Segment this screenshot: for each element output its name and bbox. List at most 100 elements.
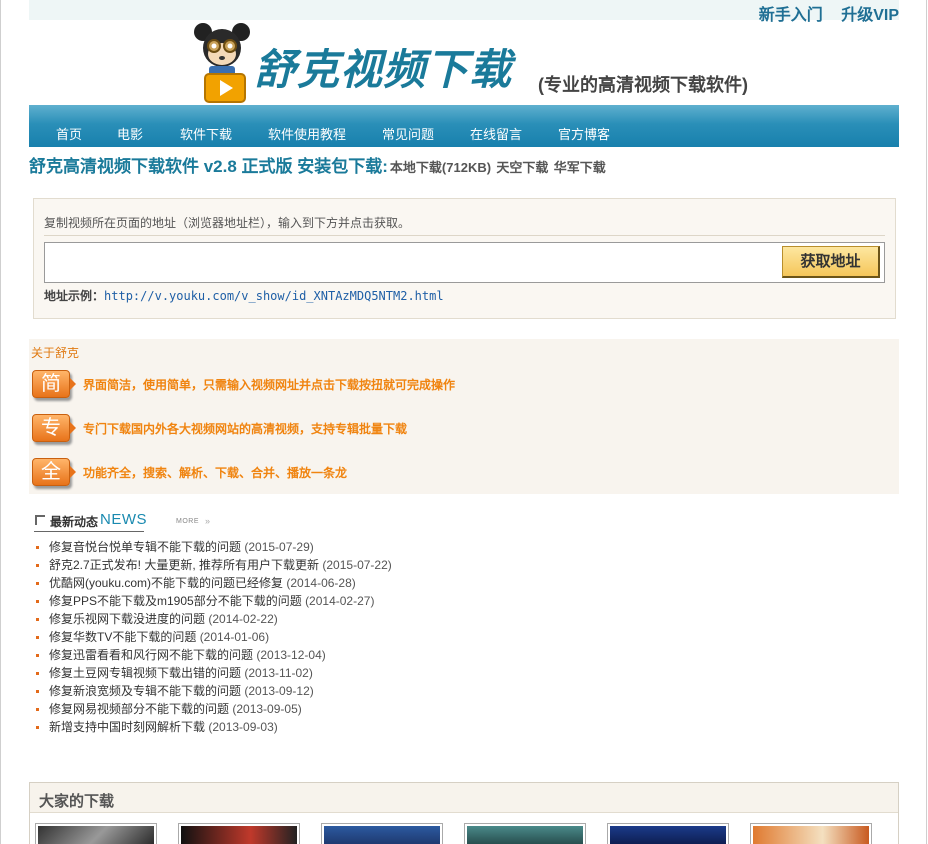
feature-item: 专 专门下载国内外各大视频网站的高清视频，支持专辑批量下载	[32, 414, 892, 446]
huajun-download-link[interactable]: 华军下载	[554, 160, 606, 175]
download-line: 舒克高清视频下载软件 v2.8 正式版 安装包下载: 本地下载(712KB) 天空…	[29, 152, 606, 177]
vip-link[interactable]: 升级VIP	[841, 7, 899, 24]
newbie-link[interactable]: 新手入门	[759, 7, 823, 24]
bullet-icon	[36, 582, 39, 585]
bullet-icon	[36, 618, 39, 621]
news-item[interactable]: 修复土豆网专辑视频下载出错的问题 (2013-11-02)	[33, 664, 392, 682]
feature-badge-icon: 简	[32, 370, 70, 398]
bullet-icon	[36, 564, 39, 567]
news-text[interactable]: 修复音悦台悦单专辑不能下载的问题	[49, 540, 241, 554]
news-date: (2013-09-03)	[208, 720, 278, 734]
fetch-address-button[interactable]: 获取地址	[782, 246, 880, 278]
news-date: (2014-02-27)	[305, 594, 375, 608]
news-date: (2014-02-22)	[208, 612, 278, 626]
news-date: (2013-09-05)	[232, 702, 302, 716]
news-item[interactable]: 新增支持中国时刻网解析下载 (2013-09-03)	[33, 718, 392, 736]
news-date: (2015-07-29)	[244, 540, 314, 554]
video-thumbnail[interactable]	[607, 823, 729, 844]
news-text[interactable]: 优酷网(youku.com)不能下载的问题已经修复	[49, 576, 283, 590]
site-title: 舒克视频下载	[254, 46, 513, 93]
url-fetch-panel: 复制视频所在页面的地址（浏览器地址栏），输入到下方并点击获取。 获取地址 地址示…	[33, 198, 896, 319]
news-text[interactable]: 修复乐视网下载没进度的问题	[49, 612, 205, 626]
news-text[interactable]: 修复网易视频部分不能下载的问题	[49, 702, 229, 716]
news-text[interactable]: 修复华数TV不能下载的问题	[49, 630, 196, 644]
nav-home[interactable]: 首页	[56, 124, 82, 143]
news-text[interactable]: 新增支持中国时刻网解析下载	[49, 720, 205, 734]
feature-badge-icon: 专	[32, 414, 70, 442]
news-date: (2013-09-12)	[244, 684, 314, 698]
popular-header: 大家的下载	[30, 783, 898, 813]
divider	[44, 235, 885, 236]
news-item[interactable]: 修复音悦台悦单专辑不能下载的问题 (2015-07-29)	[33, 538, 392, 556]
popular-downloads-panel: 大家的下载	[29, 782, 899, 844]
download-title: 舒克高清视频下载软件 v2.8 正式版 安装包下载:	[29, 157, 388, 176]
example-url-link[interactable]: http://v.youku.com/v_show/id_XNTAzMDQ5NT…	[104, 289, 444, 303]
news-text[interactable]: 修复PPS不能下载及m1905部分不能下载的问题	[49, 594, 302, 608]
badge-arrow-icon	[70, 422, 76, 434]
news-text[interactable]: 修复迅雷看看和风行网不能下载的问题	[49, 648, 253, 662]
news-date: (2013-12-04)	[256, 648, 326, 662]
url-example: 地址示例：http://v.youku.com/v_show/id_XNTAzM…	[44, 287, 444, 304]
news-text[interactable]: 修复土豆网专辑视频下载出错的问题	[49, 666, 241, 680]
news-header: 最新动态 NEWS MORE »	[33, 511, 233, 532]
about-section: 关于舒克 简 界面简洁，使用简单，只需输入视频网址并点击下载按扭就可完成操作 专…	[29, 339, 899, 494]
tiankong-download-link[interactable]: 天空下载	[496, 160, 548, 175]
example-label: 地址示例：	[44, 289, 105, 303]
news-title-en: NEWS	[100, 511, 147, 528]
top-bar: 新手入门 升级VIP	[29, 0, 899, 24]
video-url-input[interactable]	[44, 242, 885, 283]
bullet-icon	[36, 546, 39, 549]
feature-badge-icon: 全	[32, 458, 70, 486]
news-item[interactable]: 修复PPS不能下载及m1905部分不能下载的问题 (2014-02-27)	[33, 592, 392, 610]
news-title-cn: 最新动态	[50, 515, 99, 529]
news-item[interactable]: 修复华数TV不能下载的问题 (2014-01-06)	[33, 628, 392, 646]
video-thumbnail[interactable]	[464, 823, 586, 844]
news-date: (2015-07-22)	[322, 558, 392, 572]
bullet-icon	[36, 654, 39, 657]
badge-arrow-icon	[70, 378, 76, 390]
nav-blog[interactable]: 官方博客	[558, 124, 610, 143]
news-text[interactable]: 修复新浪宽频及专辑不能下载的问题	[49, 684, 241, 698]
nav-faq[interactable]: 常见问题	[382, 124, 434, 143]
divider	[34, 531, 144, 532]
bullet-icon	[36, 636, 39, 639]
more-link[interactable]: MORE	[176, 518, 199, 525]
news-list: 修复音悦台悦单专辑不能下载的问题 (2015-07-29) 舒克2.7正式发布!…	[33, 538, 392, 736]
video-thumbnail[interactable]	[750, 823, 872, 844]
nav-movies[interactable]: 电影	[117, 124, 143, 143]
corner-icon	[35, 515, 45, 525]
feature-text: 功能齐全，搜索、解析、下载、合并、播放一条龙	[83, 466, 348, 480]
local-download-link[interactable]: 本地下载(712KB)	[390, 160, 491, 175]
main-nav: 首页 电影 软件下载 软件使用教程 常见问题 在线留言 官方博客	[29, 105, 899, 147]
news-item[interactable]: 优酷网(youku.com)不能下载的问题已经修复 (2014-06-28)	[33, 574, 392, 592]
video-thumbnail[interactable]	[178, 823, 300, 844]
news-text[interactable]: 舒克2.7正式发布! 大量更新, 推荐所有用户下载更新	[49, 558, 319, 572]
news-date: (2013-11-02)	[244, 666, 313, 680]
top-links: 新手入门 升级VIP	[745, 1, 899, 25]
feature-text: 界面简洁，使用简单，只需输入视频网址并点击下载按扭就可完成操作	[83, 378, 456, 392]
video-thumbnail[interactable]	[321, 823, 443, 844]
badge-arrow-icon	[70, 466, 76, 478]
news-item[interactable]: 修复网易视频部分不能下载的问题 (2013-09-05)	[33, 700, 392, 718]
bullet-icon	[36, 600, 39, 603]
news-item[interactable]: 修复迅雷看看和风行网不能下载的问题 (2013-12-04)	[33, 646, 392, 664]
bullet-icon	[36, 690, 39, 693]
news-item[interactable]: 舒克2.7正式发布! 大量更新, 推荐所有用户下载更新 (2015-07-22)	[33, 556, 392, 574]
news-date: (2014-06-28)	[286, 576, 356, 590]
bullet-icon	[36, 672, 39, 675]
nav-tutorial[interactable]: 软件使用教程	[268, 124, 346, 143]
news-date: (2014-01-06)	[199, 630, 270, 644]
popular-title: 大家的下载	[39, 793, 115, 810]
bullet-icon	[36, 726, 39, 729]
nav-software-download[interactable]: 软件下载	[180, 124, 232, 143]
nav-guestbook[interactable]: 在线留言	[470, 124, 522, 143]
news-item[interactable]: 修复新浪宽频及专辑不能下载的问题 (2013-09-12)	[33, 682, 392, 700]
feature-item: 简 界面简洁，使用简单，只需输入视频网址并点击下载按扭就可完成操作	[32, 370, 892, 402]
double-chevron-icon[interactable]: »	[205, 516, 210, 526]
video-thumbnail[interactable]	[35, 823, 157, 844]
mascot-logo-icon[interactable]	[193, 22, 251, 104]
fetch-hint: 复制视频所在页面的地址（浏览器地址栏），输入到下方并点击获取。	[44, 216, 411, 230]
news-item[interactable]: 修复乐视网下载没进度的问题 (2014-02-22)	[33, 610, 392, 628]
about-title: 关于舒克	[31, 346, 80, 360]
feature-text: 专门下载国内外各大视频网站的高清视频，支持专辑批量下载	[83, 422, 408, 436]
